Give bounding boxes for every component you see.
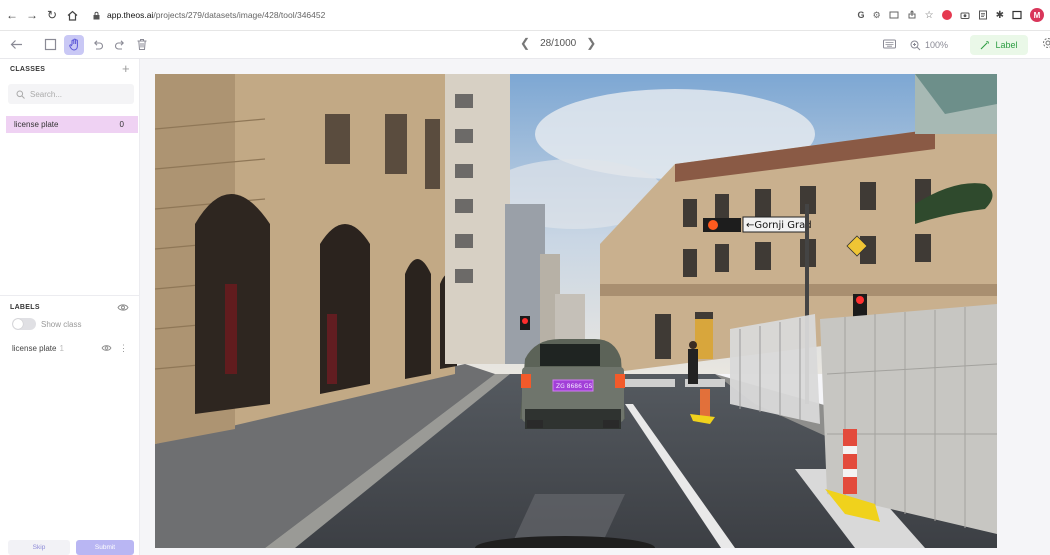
forward-arrow-icon[interactable]: → (24, 7, 40, 23)
hand-tool-icon[interactable] (64, 34, 84, 55)
browser-bar: ← → ↻ app.theos.ai /projects/279/dataset… (0, 0, 1050, 31)
label-name: license plate (12, 344, 57, 353)
add-class-icon[interactable]: + (122, 61, 130, 76)
search-input[interactable]: Search... (8, 84, 134, 104)
home-icon[interactable] (64, 7, 80, 23)
license-plate-text: ZG 8686 GS (556, 383, 592, 390)
extension-red-icon[interactable] (941, 10, 952, 20)
url-path: /projects/279/datasets/image/428/tool/34… (153, 10, 326, 20)
undo-icon[interactable] (90, 35, 106, 55)
image-counter: 28/1000 (540, 37, 577, 49)
trash-icon[interactable] (134, 35, 150, 55)
magic-wand-icon (981, 41, 990, 50)
screenshot-icon[interactable] (889, 10, 899, 20)
zoom-in-icon (910, 40, 921, 50)
submit-button[interactable]: Submit (76, 540, 134, 555)
sidebar: CLASSES + Search... license plate 0 LABE… (0, 59, 140, 555)
zoom-control[interactable]: 100% (910, 40, 948, 51)
label-button[interactable]: Label (970, 35, 1028, 55)
class-item-license-plate[interactable]: license plate 0 (6, 116, 138, 133)
profile-avatar[interactable]: M (1030, 8, 1044, 22)
share-icon[interactable] (907, 10, 917, 20)
sidebar-divider (0, 295, 140, 296)
class-count: 0 (119, 120, 124, 129)
lock-icon (93, 11, 100, 19)
show-class-toggle[interactable] (12, 318, 36, 330)
chevron-left-icon[interactable]: ❮ (520, 36, 530, 50)
classes-title: CLASSES (10, 66, 46, 73)
class-name: license plate (14, 120, 59, 129)
street-sign-text: ←Gornji Grad (746, 220, 812, 231)
back-arrow-icon[interactable]: ← (4, 7, 20, 23)
annotation-canvas[interactable]: ←Gornji Grad ZG 8686 GS (140, 59, 1050, 555)
label-eye-icon[interactable] (101, 344, 112, 352)
label-button-text: Label (995, 40, 1018, 50)
rectangle-tool-icon[interactable] (40, 35, 60, 55)
window-icon[interactable] (1012, 10, 1022, 20)
labels-title: LABELS (10, 304, 40, 311)
camera-icon[interactable] (960, 10, 970, 20)
chevron-right-icon[interactable]: ❯ (586, 36, 596, 50)
street-scene-image: ←Gornji Grad ZG 8686 GS (155, 74, 997, 548)
address-bar[interactable]: app.theos.ai /projects/279/datasets/imag… (92, 10, 325, 20)
label-more-icon[interactable]: ⋮ (119, 343, 128, 354)
show-class-label: Show class (41, 319, 82, 329)
keyboard-icon[interactable] (882, 36, 896, 54)
key-icon[interactable]: ⚙ (873, 10, 881, 21)
back-icon[interactable] (8, 35, 24, 55)
redo-icon[interactable] (112, 35, 128, 55)
image-pager: ❮ 28/1000 ❯ (520, 36, 596, 50)
zoom-level: 100% (924, 40, 948, 50)
reader-icon[interactable] (978, 10, 988, 20)
skip-button[interactable]: Skip (8, 540, 70, 555)
settings-gear-icon[interactable] (1042, 36, 1050, 54)
puzzle-icon[interactable]: ✱ (996, 10, 1004, 21)
right-toolbar: 100% Label (882, 31, 1050, 59)
search-icon (16, 90, 25, 99)
reload-icon[interactable]: ↻ (44, 7, 60, 23)
star-icon[interactable]: ☆ (925, 10, 934, 21)
label-index: 1 (59, 344, 64, 353)
street-photo[interactable]: ←Gornji Grad ZG 8686 GS (155, 74, 997, 548)
visibility-eye-icon[interactable] (117, 303, 129, 312)
google-icon[interactable]: G (858, 10, 865, 20)
label-item[interactable]: license plate 1 ⋮ (12, 343, 132, 354)
url-host: app.theos.ai (107, 10, 154, 20)
show-class-toggle-row: Show class (12, 318, 81, 330)
search-placeholder: Search... (30, 89, 63, 99)
